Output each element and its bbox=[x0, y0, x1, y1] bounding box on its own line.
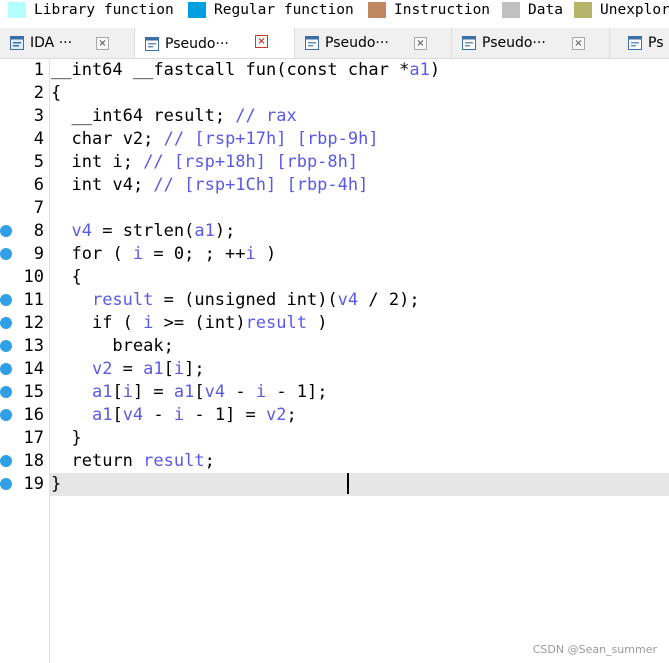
line-number: 12 bbox=[23, 313, 44, 333]
line-number: 6 bbox=[33, 175, 44, 195]
breakpoint-dot-icon[interactable] bbox=[0, 478, 12, 490]
gutter-divider bbox=[49, 59, 50, 663]
line-number: 17 bbox=[23, 428, 44, 448]
code-line[interactable]: v4 = strlen(a1); bbox=[51, 220, 235, 243]
tab-pseudocode-2[interactable]: Pseudo··· × bbox=[295, 28, 452, 58]
legend-library-function: Library function bbox=[8, 0, 174, 20]
code-line[interactable]: break; bbox=[51, 335, 173, 358]
breakpoint-dot-icon[interactable] bbox=[0, 317, 12, 329]
close-icon[interactable]: × bbox=[255, 35, 268, 48]
legend-label: Regular function bbox=[214, 2, 354, 18]
unexplored-swatch-icon bbox=[574, 2, 592, 18]
code-line[interactable]: int i; // [rsp+18h] [rbp-8h] bbox=[51, 151, 358, 174]
tab-label: Pseudo··· bbox=[165, 35, 229, 52]
line-number: 16 bbox=[23, 405, 44, 425]
line-number: 1 bbox=[33, 60, 44, 80]
line-number: 13 bbox=[23, 336, 44, 356]
regular-function-swatch-icon bbox=[188, 2, 206, 18]
breakpoint-dot-icon[interactable] bbox=[0, 340, 12, 352]
current-line-highlight bbox=[50, 473, 669, 496]
line-number: 11 bbox=[23, 290, 44, 310]
tab-pseudocode-3[interactable]: Pseudo··· × bbox=[452, 28, 610, 58]
code-line[interactable]: } bbox=[51, 427, 81, 450]
line-number: 3 bbox=[33, 106, 44, 126]
code-line[interactable]: } bbox=[51, 473, 61, 496]
legend-instruction: Instruction bbox=[368, 0, 490, 20]
legend-unexplored: Unexplored bbox=[574, 0, 669, 20]
tab-bar: IDA ··· × Pseudo··· × Pseudo··· × Pseudo… bbox=[0, 28, 669, 59]
code-line[interactable]: for ( i = 0; ; ++i ) bbox=[51, 243, 276, 266]
instruction-swatch-icon bbox=[368, 2, 386, 18]
code-line[interactable]: { bbox=[51, 82, 61, 105]
line-number: 4 bbox=[33, 129, 44, 149]
ida-view-icon bbox=[10, 36, 24, 50]
tab-label: Pseudo··· bbox=[482, 35, 546, 51]
code-line[interactable]: a1[i] = a1[v4 - i - 1]; bbox=[51, 381, 328, 404]
line-number: 14 bbox=[23, 359, 44, 379]
library-function-swatch-icon bbox=[8, 2, 26, 18]
code-line[interactable]: if ( i >= (int)result ) bbox=[51, 312, 328, 335]
code-line[interactable]: __int64 result; // rax bbox=[51, 105, 296, 128]
code-line[interactable]: char v2; // [rsp+17h] [rbp-9h] bbox=[51, 128, 378, 151]
pseudocode-icon bbox=[462, 36, 476, 50]
line-number: 7 bbox=[33, 198, 44, 218]
code-line[interactable]: __int64 __fastcall fun(const char *a1) bbox=[51, 59, 440, 82]
breakpoint-dot-icon[interactable] bbox=[0, 386, 12, 398]
watermark: CSDN @Sean_summer bbox=[532, 643, 657, 656]
tab-ida-view[interactable]: IDA ··· × bbox=[0, 28, 135, 58]
tab-pseudocode-active[interactable]: Pseudo··· × bbox=[135, 28, 295, 58]
tab-label: Pseudo··· bbox=[325, 35, 389, 51]
line-number: 10 bbox=[23, 267, 44, 287]
line-number: 5 bbox=[33, 152, 44, 172]
pseudocode-icon bbox=[145, 36, 159, 51]
code-line[interactable]: { bbox=[51, 266, 81, 289]
line-number: 9 bbox=[33, 244, 44, 264]
tab-pseudocode-4[interactable]: Ps bbox=[610, 28, 669, 58]
line-number: 8 bbox=[33, 221, 44, 241]
line-number: 18 bbox=[23, 451, 44, 471]
legend-label: Data bbox=[528, 2, 563, 18]
close-icon[interactable]: × bbox=[414, 37, 427, 50]
pseudocode-icon bbox=[628, 36, 642, 50]
close-icon[interactable]: × bbox=[572, 37, 585, 50]
legend-data: Data bbox=[502, 0, 563, 20]
code-line[interactable]: int v4; // [rsp+1Ch] [rbp-4h] bbox=[51, 174, 368, 197]
data-swatch-icon bbox=[502, 2, 520, 18]
legend-label: Instruction bbox=[394, 2, 491, 18]
breakpoint-dot-icon[interactable] bbox=[0, 455, 12, 467]
color-legend: Library function Regular function Instru… bbox=[0, 0, 669, 20]
breakpoint-dot-icon[interactable] bbox=[0, 409, 12, 421]
tab-label: IDA ··· bbox=[30, 35, 73, 51]
text-cursor bbox=[347, 473, 349, 494]
pseudocode-icon bbox=[305, 36, 319, 50]
code-line[interactable]: v2 = a1[i]; bbox=[51, 358, 205, 381]
breakpoint-dot-icon[interactable] bbox=[0, 225, 12, 237]
code-line[interactable]: result = (unsigned int)(v4 / 2); bbox=[51, 289, 420, 312]
line-number: 2 bbox=[33, 83, 44, 103]
line-number: 19 bbox=[23, 474, 44, 494]
breakpoint-dot-icon[interactable] bbox=[0, 248, 12, 260]
legend-label: Library function bbox=[34, 2, 174, 18]
breakpoint-dot-icon[interactable] bbox=[0, 294, 12, 306]
legend-regular-function: Regular function bbox=[188, 0, 354, 20]
close-icon[interactable]: × bbox=[96, 37, 109, 50]
breakpoint-dot-icon[interactable] bbox=[0, 363, 12, 375]
line-number: 15 bbox=[23, 382, 44, 402]
code-line[interactable]: a1[v4 - i - 1] = v2; bbox=[51, 404, 297, 427]
code-line[interactable]: return result; bbox=[51, 450, 214, 473]
legend-label: Unexplored bbox=[600, 2, 669, 18]
tab-label: Ps bbox=[648, 35, 664, 51]
